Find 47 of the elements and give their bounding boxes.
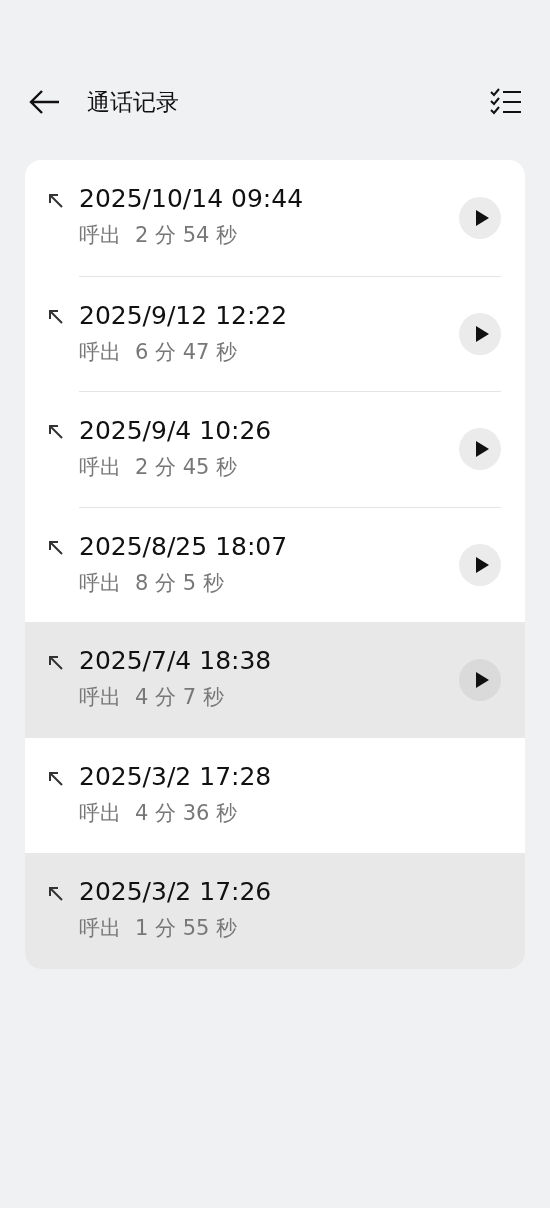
call-type: 呼出 <box>79 684 121 711</box>
call-type: 呼出 <box>79 454 121 481</box>
call-time: 2025/7/4 18:38 <box>79 646 272 675</box>
call-time: 2025/3/2 17:28 <box>79 761 272 791</box>
call-time: 2025/9/12 12:22 <box>79 300 288 330</box>
outgoing-call-icon <box>48 770 64 787</box>
checklist-icon[interactable] <box>490 88 522 116</box>
page-title: 通话记录 <box>87 87 180 117</box>
call-type: 呼出 <box>79 569 121 597</box>
call-record-row[interactable]: 2025/9/4 10:26 呼出 2 分 45 秒 <box>25 391 525 507</box>
back-icon[interactable] <box>28 89 60 115</box>
play-button[interactable] <box>459 197 501 239</box>
call-type: 呼出 <box>79 338 121 366</box>
outgoing-call-icon <box>48 655 64 671</box>
call-duration: 6 分 47 秒 <box>135 338 238 366</box>
outgoing-call-icon <box>48 886 64 902</box>
outgoing-call-icon <box>48 539 64 556</box>
outgoing-call-icon <box>48 308 64 325</box>
play-icon <box>474 324 490 343</box>
play-button[interactable] <box>459 659 501 701</box>
call-duration: 2 分 45 秒 <box>135 454 238 481</box>
call-record-row[interactable]: 2025/9/12 12:22 呼出 6 分 47 秒 <box>25 275 525 391</box>
play-icon <box>474 671 490 689</box>
outgoing-call-icon <box>48 193 64 209</box>
call-type: 呼出 <box>79 799 121 827</box>
call-duration: 8 分 5 秒 <box>135 569 224 597</box>
call-time: 2025/3/2 17:26 <box>79 877 272 906</box>
play-button[interactable] <box>459 312 501 355</box>
call-type: 呼出 <box>79 222 121 249</box>
call-duration: 4 分 36 秒 <box>135 799 238 827</box>
call-duration: 1 分 55 秒 <box>135 915 238 942</box>
play-button[interactable] <box>459 428 501 470</box>
call-record-row[interactable]: 2025/3/2 17:28 呼出 4 分 36 秒 <box>25 737 525 853</box>
call-time: 2025/8/25 18:07 <box>79 531 288 561</box>
call-record-row[interactable]: 2025/7/4 18:38 呼出 4 分 7 秒 <box>25 622 525 738</box>
call-time: 2025/10/14 09:44 <box>79 184 304 213</box>
play-icon <box>474 440 490 458</box>
play-icon <box>474 209 490 227</box>
call-record-row[interactable]: 2025/3/2 17:26 呼出 1 分 55 秒 <box>25 853 525 969</box>
call-time: 2025/9/4 10:26 <box>79 416 272 445</box>
call-record-row[interactable]: 2025/10/14 09:44 呼出 2 分 54 秒 <box>25 160 525 276</box>
call-duration: 2 分 54 秒 <box>135 222 238 249</box>
call-duration: 4 分 7 秒 <box>135 684 224 711</box>
play-icon <box>474 555 490 574</box>
play-button[interactable] <box>459 543 501 586</box>
outgoing-call-icon <box>48 424 64 440</box>
call-type: 呼出 <box>79 915 121 942</box>
